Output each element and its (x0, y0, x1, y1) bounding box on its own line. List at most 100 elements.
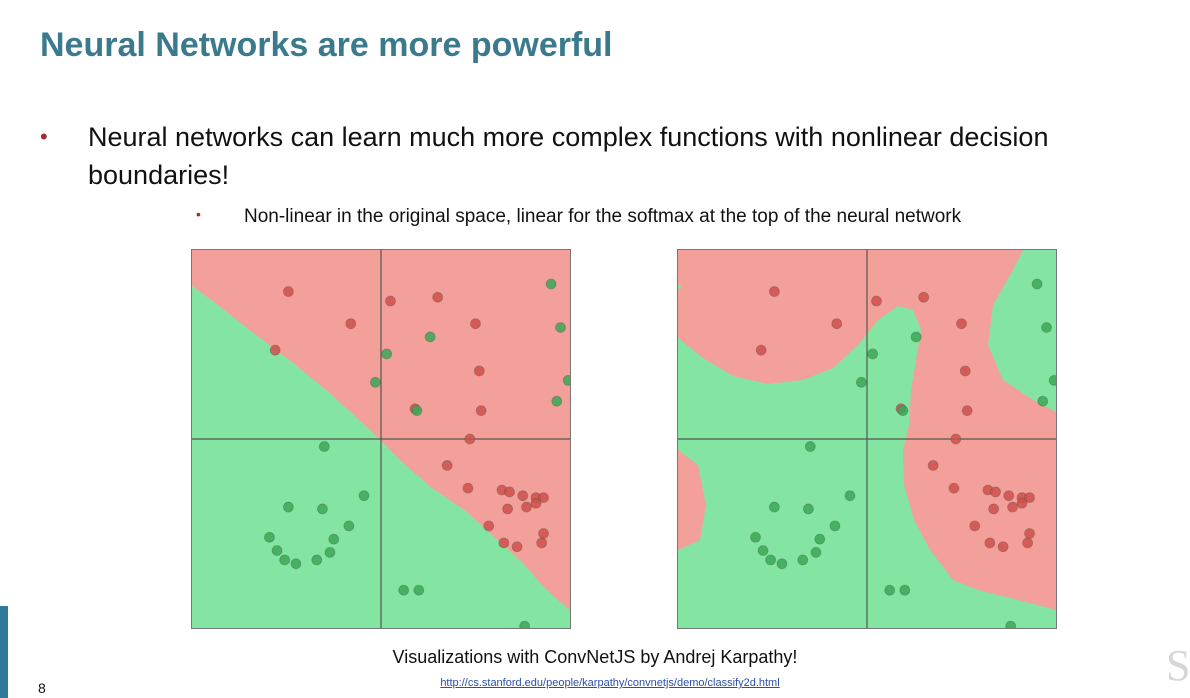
red-data-point (521, 501, 532, 513)
green-data-point (279, 554, 291, 566)
red-data-point (969, 520, 981, 532)
corner-logo: S (1166, 641, 1190, 690)
red-data-point (1022, 537, 1034, 549)
green-data-point (413, 584, 425, 596)
bullet-dot-icon: • (40, 124, 48, 149)
green-data-point (776, 558, 788, 570)
green-data-point (519, 620, 531, 628)
green-data-point (264, 531, 275, 543)
green-data-point (1037, 395, 1049, 407)
linear-decision-plot (191, 249, 571, 629)
red-data-point (997, 541, 1009, 553)
green-data-point (855, 376, 867, 388)
green-data-point (381, 348, 393, 360)
caption: Visualizations with ConvNetJS by Andrej … (392, 647, 798, 667)
red-data-point (475, 405, 487, 417)
red-data-point (473, 365, 485, 377)
red-data-point (345, 318, 357, 330)
red-data-point (948, 482, 960, 494)
green-data-point (1031, 278, 1043, 290)
green-data-point (804, 441, 816, 452)
green-data-point (271, 545, 283, 556)
red-data-point (536, 537, 548, 549)
bullet-dot-icon: • (196, 206, 201, 222)
red-data-point (498, 537, 510, 549)
red-data-point (517, 490, 529, 502)
source-link[interactable]: http://cs.stanford.edu/people/karpathy/c… (0, 677, 1190, 689)
red-data-point (927, 460, 939, 471)
red-data-point (269, 344, 281, 356)
red-data-point (988, 503, 1000, 515)
green-data-point (555, 322, 566, 333)
red-data-point (990, 486, 1001, 498)
red-data-point (1007, 501, 1018, 513)
red-data-point (755, 344, 767, 356)
slide-title: Neural Networks are more powerful (40, 26, 613, 64)
green-data-point (899, 584, 911, 596)
green-data-point (328, 533, 340, 545)
nonlinear-decision-plot (677, 249, 1057, 629)
accent-bar (0, 606, 8, 698)
green-data-point (1041, 322, 1052, 333)
red-data-point (530, 497, 542, 509)
red-data-point (1024, 528, 1035, 539)
red-data-point (871, 295, 882, 307)
main-bullet-text: Neural networks can learn much more comp… (88, 122, 1049, 190)
green-data-point (545, 278, 557, 290)
green-data-point (803, 503, 814, 515)
red-data-point (462, 482, 474, 494)
green-data-point (282, 501, 294, 513)
green-data-point (551, 395, 563, 407)
red-data-point (918, 291, 930, 303)
green-data-point (884, 584, 896, 596)
green-data-point (829, 520, 841, 532)
red-data-point (502, 503, 514, 515)
green-data-point (897, 405, 909, 417)
red-data-point (441, 460, 453, 471)
red-data-point (538, 528, 549, 539)
red-data-point (961, 405, 973, 417)
green-data-point (814, 533, 826, 545)
red-data-point (950, 433, 962, 445)
red-data-point (504, 486, 515, 498)
red-data-point (768, 286, 780, 297)
green-data-point (757, 545, 769, 556)
green-data-point (311, 554, 323, 566)
red-data-point (511, 541, 523, 553)
red-data-point (959, 365, 971, 377)
green-data-point (768, 501, 780, 513)
red-data-point (432, 291, 444, 303)
red-data-point (1003, 490, 1015, 502)
sub-bullet-text: Non-linear in the original space, linear… (244, 206, 962, 227)
green-data-point (910, 331, 922, 343)
green-data-point (844, 490, 856, 502)
red-data-point (483, 520, 495, 532)
green-data-point (398, 584, 410, 596)
green-data-point (1048, 375, 1056, 386)
green-data-point (358, 490, 370, 502)
green-data-point (411, 405, 423, 417)
red-data-point (470, 318, 481, 330)
green-data-point (324, 546, 336, 558)
green-data-point (750, 531, 761, 543)
green-data-point (1005, 620, 1017, 628)
page-number: 8 (38, 680, 46, 696)
green-data-point (810, 546, 822, 558)
green-data-point (867, 348, 879, 360)
red-data-point (831, 318, 843, 330)
green-data-point (318, 441, 330, 452)
red-data-point (464, 433, 476, 445)
green-data-point (369, 376, 381, 388)
green-data-point (562, 375, 570, 386)
red-data-point (984, 537, 996, 549)
red-data-point (956, 318, 967, 330)
green-data-point (317, 503, 328, 515)
green-data-point (290, 558, 302, 570)
green-data-point (765, 554, 777, 566)
green-data-point (424, 331, 436, 343)
red-data-point (282, 286, 294, 297)
green-data-point (797, 554, 809, 566)
red-data-point (1016, 497, 1028, 509)
red-data-point (385, 295, 396, 307)
green-data-point (343, 520, 355, 532)
